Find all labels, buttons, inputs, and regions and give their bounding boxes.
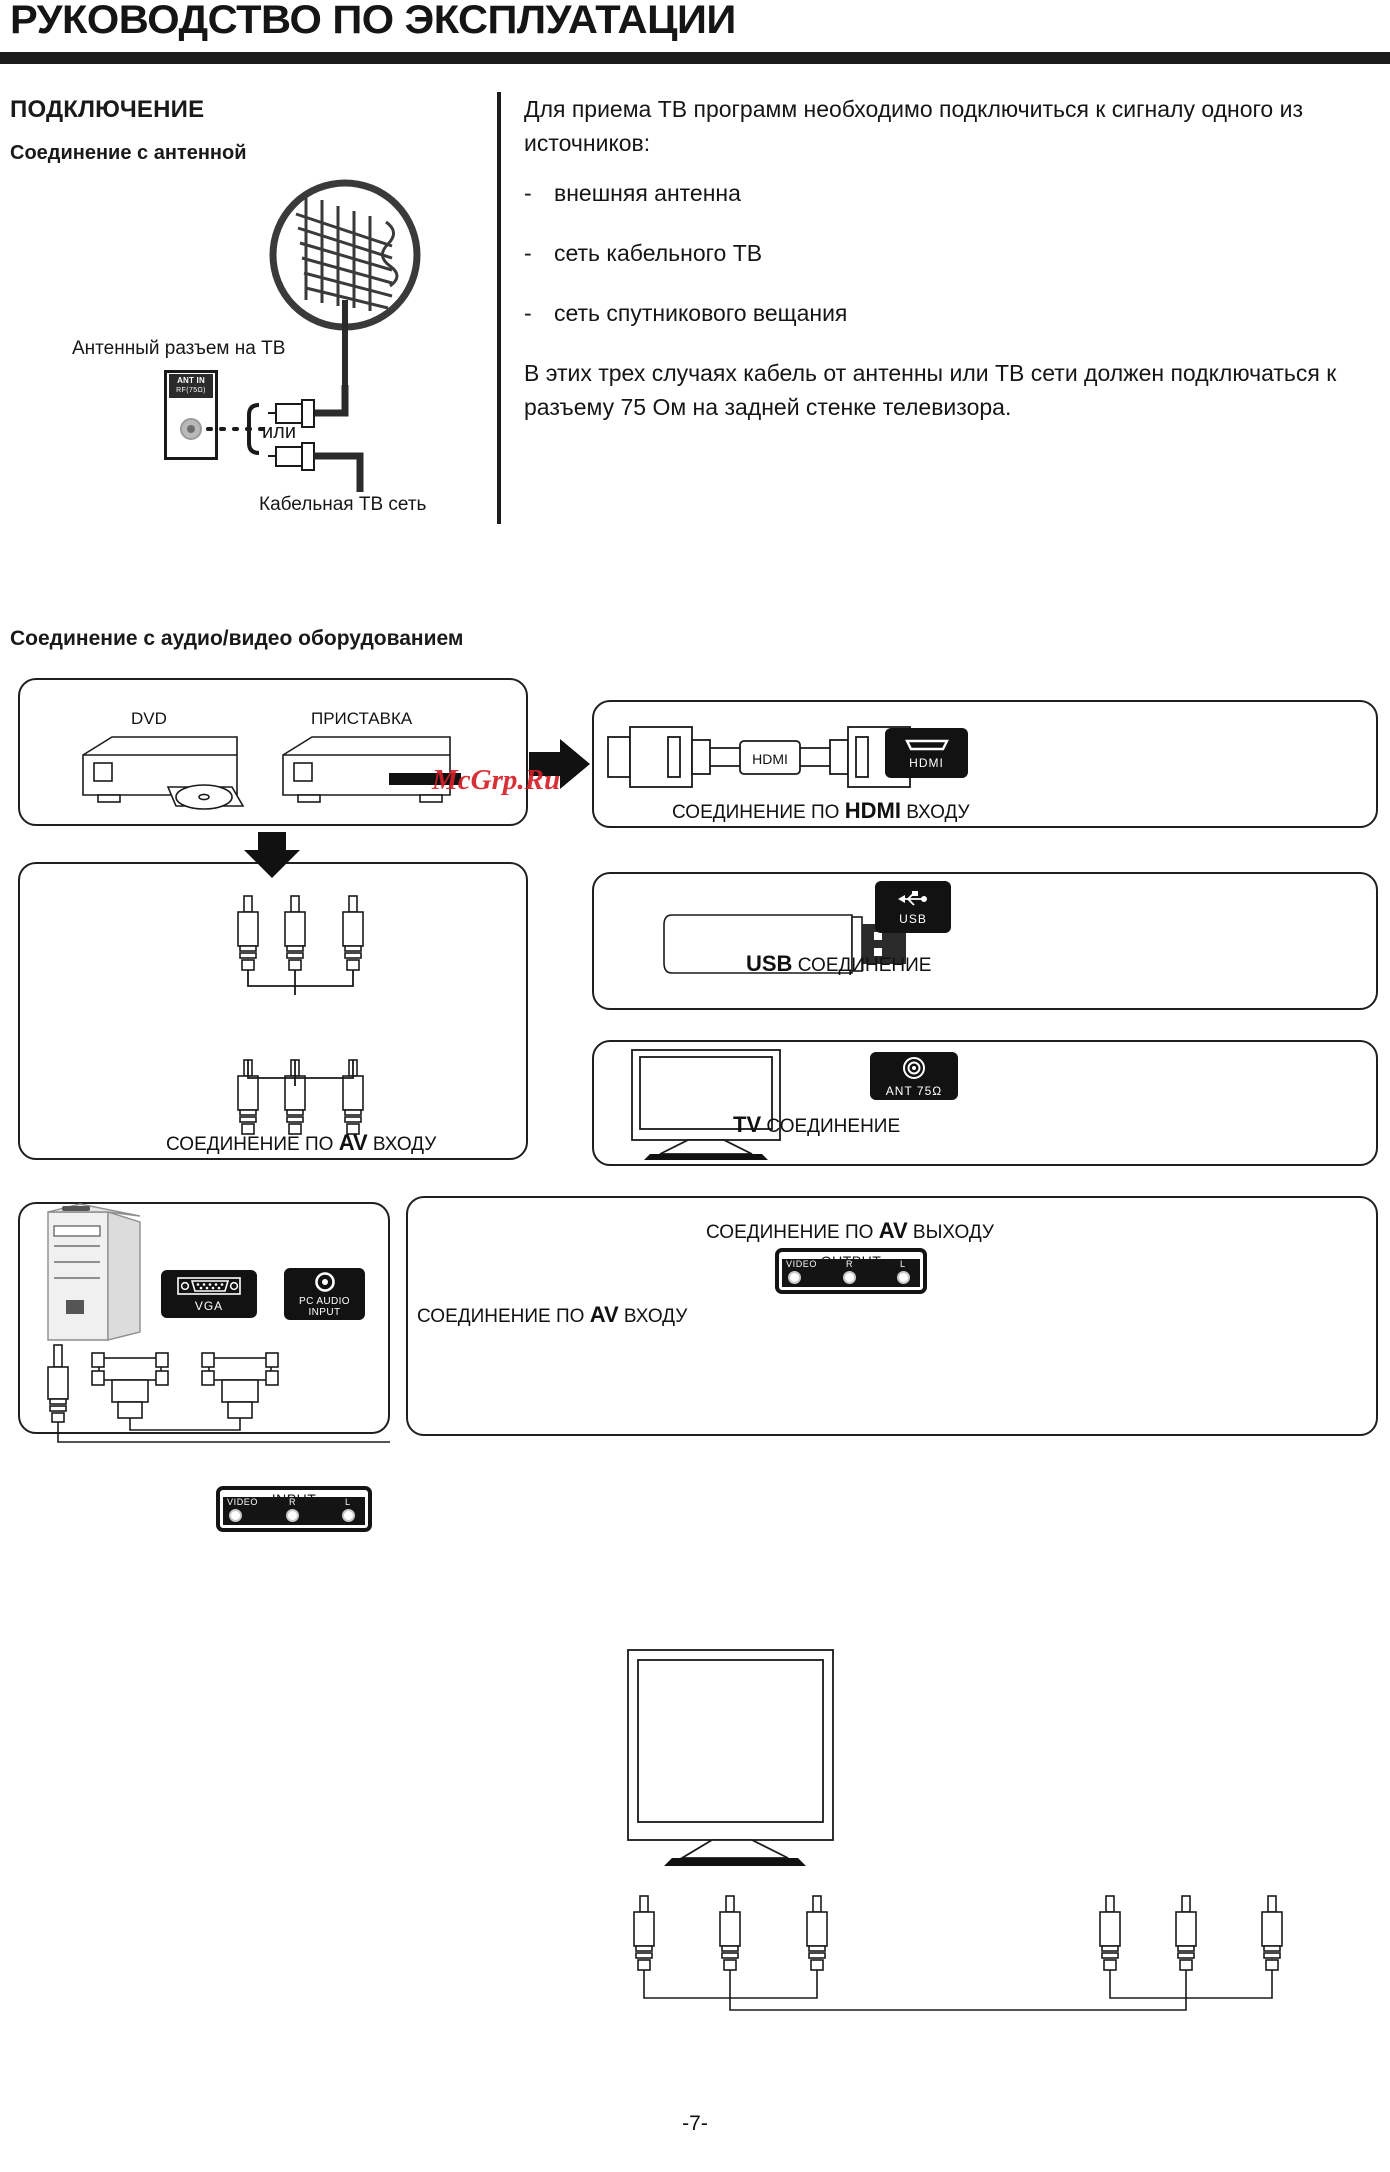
audio-jack-icon (314, 1271, 335, 1292)
vga-connector-icon (177, 1276, 241, 1295)
vga-port-badge: VGA (161, 1270, 257, 1318)
pc-audio-badge-line2: INPUT (308, 1306, 341, 1318)
source-list: - внешняя антенна - сеть кабельного ТВ -… (524, 176, 1384, 330)
coax-antenna-icon (903, 1056, 925, 1079)
caption-tv: TV СОЕДИНЕНИЕ (733, 1112, 900, 1138)
list-item: - сеть спутникового вещания (524, 296, 1384, 330)
section-heading-connection: ПОДКЛЮЧЕНИЕ (10, 96, 205, 123)
page-title: РУКОВОДСТВО ПО ЭКСПЛУАТАЦИИ (10, 0, 736, 42)
ant-badge-label: ANT 75Ω (885, 1083, 943, 1098)
hdmi-badge-label: HDMI (909, 755, 944, 770)
usb-port-badge: USB (875, 881, 951, 933)
usb-icon (898, 890, 927, 906)
rca-plug-row-avin (633, 1895, 828, 1971)
ant-in-badge: ANT IN RF(75Ω) (169, 374, 213, 398)
caption-hdmi-strong: HDMI (844, 798, 901, 823)
bullet-marker: - (524, 180, 532, 206)
jack-hole-l (342, 1509, 355, 1522)
section-subheading-antenna: Соединение с антенной (10, 142, 247, 164)
bullet-marker: - (524, 240, 532, 266)
closing-paragraph: В этих трех случаях кабель от антенны ил… (524, 360, 1337, 420)
bullet-text: сеть спутникового вещания (554, 300, 848, 326)
jack-label-l: L (900, 1259, 906, 1269)
jack-label-l: L (345, 1497, 351, 1507)
caption-avin2-prefix: СОЕДИНЕНИЕ ПО (417, 1306, 590, 1327)
caption-avin2-suffix: ВХОДУ (618, 1306, 688, 1327)
pc-audio-port-badge: PC AUDIO INPUT (284, 1268, 365, 1320)
caption-av-input: СОЕДИНЕНИЕ ПО AV ВХОДУ (166, 1130, 436, 1156)
vertical-divider (497, 92, 501, 524)
jack-label-video: VIDEO (227, 1497, 259, 1507)
vga-badge-label: VGA (194, 1298, 224, 1313)
list-item: - внешняя антенна (524, 176, 1384, 210)
panel-av-input (18, 862, 528, 1160)
set-top-box-label: ПРИСТАВКА (311, 709, 413, 728)
caption-avout-suffix: ВЫХОДУ (907, 1222, 994, 1243)
rca-plug-row-avout (1099, 1895, 1283, 1971)
caption-hdmi-prefix: СОЕДИНЕНИЕ ПО (672, 802, 845, 823)
jack-label-video: VIDEO (786, 1259, 818, 1269)
bullet-text: сеть кабельного ТВ (554, 240, 763, 266)
hdmi-icon (904, 739, 949, 750)
header-rule (0, 52, 1390, 64)
caption-av-input-2: СОЕДИНЕНИЕ ПО AV ВХОДУ (417, 1302, 687, 1328)
jack-hole-video (229, 1509, 242, 1522)
jack-label-r: R (846, 1259, 854, 1269)
caption-avin-strong: AV (338, 1130, 368, 1155)
ant-in-badge-title: ANT IN (177, 376, 205, 385)
panel-usb (592, 872, 1378, 1010)
watermark: McGrp.Ru (432, 764, 561, 796)
usb-badge-label: USB (899, 911, 927, 926)
hdmi-cable-label: HDMI (752, 751, 788, 767)
caption-avin-prefix: СОЕДИНЕНИЕ ПО (166, 1134, 339, 1155)
hdmi-port-badge: HDMI (885, 728, 968, 778)
jack-hole-video (788, 1271, 801, 1284)
caption-hdmi: СОЕДИНЕНИЕ ПО HDMI ВХОДУ (672, 798, 970, 824)
jack-hole-r (843, 1271, 856, 1284)
caption-avout-strong: AV (878, 1218, 908, 1243)
coax-jack-icon (180, 418, 202, 440)
caption-avin2-strong: AV (589, 1302, 619, 1327)
jack-label-r: R (289, 1497, 297, 1507)
av-output-jack-strip: VIDEO R L (782, 1259, 920, 1287)
av-input-jack-strip: VIDEO R L (223, 1497, 365, 1525)
pc-audio-badge-line1: PC AUDIO (299, 1295, 350, 1307)
dvd-label: DVD (131, 709, 167, 728)
caption-usb: USB СОЕДИНЕНИЕ (746, 951, 931, 977)
caption-avout-prefix: СОЕДИНЕНИЕ ПО (706, 1222, 879, 1243)
section-heading-av: Соединение с аудио/видео оборудованием (10, 627, 464, 650)
manual-page: РУКОВОДСТВО ПО ЭКСПЛУАТАЦИИ ПОДКЛЮЧЕНИЕ … (0, 0, 1390, 2172)
or-label: или (262, 421, 297, 443)
tv-illustration-large (627, 1649, 834, 1859)
intro-paragraph: Для приема ТВ программ необходимо подклю… (524, 96, 1304, 156)
caption-usb-strong: USB (746, 951, 793, 976)
bullet-marker: - (524, 300, 532, 326)
antenna-port-badge: ANT 75Ω (870, 1052, 958, 1100)
antenna-illustration (269, 179, 421, 385)
connection-text-column: Для приема ТВ программ необходимо подклю… (524, 92, 1384, 434)
caption-av-output: СОЕДИНЕНИЕ ПО AV ВЫХОДУ (706, 1218, 994, 1244)
caption-avin-suffix: ВХОДУ (367, 1134, 437, 1155)
caption-tv-suffix: СОЕДИНЕНИЕ (761, 1116, 901, 1137)
panel-sources (18, 678, 528, 826)
caption-hdmi-suffix: ВХОДУ (900, 802, 970, 823)
antenna-port-label: Антенный разъем на ТВ (72, 338, 286, 359)
bullet-text: внешняя антенна (554, 180, 741, 206)
jack-hole-l (897, 1271, 910, 1284)
jack-hole-r (286, 1509, 299, 1522)
cable-network-label: Кабельная ТВ сеть (259, 494, 427, 515)
ant-in-badge-sub: RF(75Ω) (176, 387, 206, 394)
av-input-jack-plate: INPUT VIDEO R L (216, 1486, 372, 1532)
list-item: - сеть кабельного ТВ (524, 236, 1384, 270)
caption-tv-strong: TV (733, 1112, 762, 1137)
caption-usb-suffix: СОЕДИНЕНИЕ (792, 955, 932, 976)
f-connector-bottom (268, 442, 315, 471)
page-number: -7- (682, 2112, 708, 2135)
panel-tv (592, 1040, 1378, 1166)
av-output-jack-plate: OUTPUT VIDEO R L (775, 1248, 927, 1294)
